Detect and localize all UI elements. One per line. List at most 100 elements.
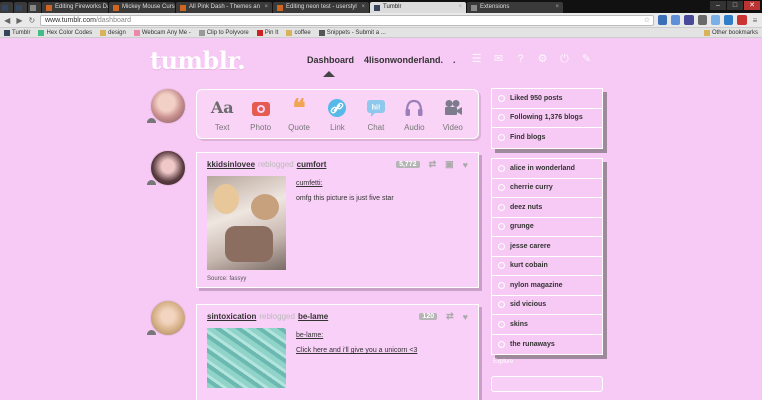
power-icon[interactable]: ⏻ bbox=[558, 53, 571, 66]
extension-icon[interactable] bbox=[710, 15, 721, 25]
address-bar[interactable]: www.tumblr.com/dashboard ☆ bbox=[39, 14, 654, 26]
post-type-link[interactable]: Link bbox=[319, 97, 355, 132]
bookmark-tumblr[interactable]: Tumblr bbox=[4, 29, 30, 36]
tracked-tag[interactable]: kurt cobain bbox=[492, 257, 602, 276]
gear-icon[interactable]: ⚙ bbox=[536, 53, 549, 66]
tab-tumblr[interactable]: Tumblr × bbox=[370, 2, 466, 13]
post-type-text[interactable]: Aa Text bbox=[204, 97, 240, 132]
pinned-tab-1[interactable] bbox=[0, 2, 13, 13]
nav-dashboard[interactable]: Dashboard bbox=[307, 55, 354, 65]
tag-icon bbox=[498, 262, 505, 270]
tag-icon bbox=[498, 242, 505, 250]
tracked-tag[interactable]: sid vicious bbox=[492, 296, 602, 315]
bookmark-pin-it[interactable]: Pin It bbox=[256, 29, 278, 36]
caption-link[interactable]: Click here and i'll give you a unicorn <… bbox=[296, 347, 417, 354]
tracked-tag[interactable]: the runaways bbox=[492, 335, 602, 355]
pinned-tab-3[interactable] bbox=[28, 2, 41, 13]
post-type-quote[interactable]: ❝ Quote bbox=[281, 93, 317, 132]
avatar[interactable] bbox=[150, 150, 186, 186]
bookmark-hex-color-codes[interactable]: Hex Color Codes bbox=[38, 29, 92, 36]
post-type-audio[interactable]: Audio bbox=[396, 97, 432, 132]
close-icon[interactable]: × bbox=[361, 2, 365, 13]
post-caption: be-lame: Click here and i'll give you a … bbox=[296, 328, 417, 388]
tab-all-pink-dash[interactable]: All Pink Dash - Themes an × bbox=[176, 2, 272, 13]
nav-blog-name[interactable]: 4lisonwonderland. bbox=[364, 55, 443, 65]
pencil-icon[interactable]: ✎ bbox=[580, 53, 593, 66]
pinned-tab-2[interactable] bbox=[14, 2, 27, 13]
bookmark-star-icon[interactable]: ☆ bbox=[644, 16, 650, 25]
post-author-link[interactable]: kkidsinlovee bbox=[207, 160, 255, 169]
post-author-link[interactable]: sintoxication bbox=[207, 312, 256, 321]
heart-icon[interactable]: ♥ bbox=[463, 312, 468, 322]
post-source-link[interactable]: be-lame bbox=[298, 312, 328, 321]
bookmark-folder-design[interactable]: design bbox=[100, 29, 126, 36]
avatar[interactable] bbox=[150, 300, 186, 336]
sidebar-item-liked[interactable]: Liked 950 posts bbox=[492, 89, 602, 109]
bookmark-clip-to-polyvore[interactable]: Clip to Polyvore bbox=[198, 29, 249, 36]
extension-icon[interactable] bbox=[657, 15, 668, 25]
search-input[interactable] bbox=[491, 376, 603, 392]
post-photo[interactable] bbox=[207, 328, 286, 388]
close-icon[interactable]: × bbox=[458, 2, 462, 13]
list-icon[interactable]: ☰ bbox=[470, 53, 483, 66]
reload-icon[interactable]: ↻ bbox=[28, 16, 36, 25]
extension-icon[interactable] bbox=[724, 15, 734, 25]
tab-mickey-cursor[interactable]: Mickey Mouse Cursor - Th× bbox=[109, 2, 175, 13]
folder-icon bbox=[286, 29, 293, 36]
back-icon[interactable]: ◀ bbox=[3, 16, 11, 25]
extension-icon[interactable] bbox=[737, 15, 747, 25]
close-window-button[interactable]: ✕ bbox=[744, 1, 760, 10]
userstyles-favicon bbox=[46, 4, 52, 11]
forward-icon[interactable]: ▶ bbox=[15, 16, 23, 25]
tracked-tag[interactable]: jesse carere bbox=[492, 237, 602, 257]
reblog-icon[interactable]: ⇄ bbox=[446, 311, 454, 322]
tab-editing-fireworks[interactable]: Editing Fireworks Dash Ba bbox=[42, 2, 108, 13]
mail-icon[interactable]: ✉ bbox=[492, 53, 505, 66]
tracked-tag[interactable]: skins bbox=[492, 315, 602, 335]
heart-icon bbox=[498, 94, 505, 102]
maximize-button[interactable]: □ bbox=[727, 1, 743, 10]
sidebar-item-following[interactable]: Following 1,376 blogs bbox=[492, 109, 602, 128]
post-type-photo[interactable]: Photo bbox=[243, 97, 279, 132]
tracked-tag[interactable]: grunge bbox=[492, 218, 602, 237]
extension-icon[interactable] bbox=[697, 15, 707, 25]
help-icon[interactable]: ? bbox=[514, 53, 527, 66]
minimize-button[interactable]: – bbox=[710, 1, 726, 10]
post-type-label: Chat bbox=[367, 122, 385, 132]
tab-editing-neon-test[interactable]: Editing neon test - userstyl × bbox=[273, 2, 369, 13]
post-type-video[interactable]: Video bbox=[435, 97, 471, 132]
tracked-tag[interactable]: nylon magazine bbox=[492, 276, 602, 296]
nav-dot[interactable]: . bbox=[453, 55, 456, 65]
wrench-menu-icon[interactable]: ≡ bbox=[751, 16, 759, 25]
caption-author-link[interactable]: be-lame: bbox=[296, 332, 417, 339]
notes-count[interactable]: 120 bbox=[419, 313, 438, 320]
queue-icon[interactable]: ▣ bbox=[445, 159, 454, 170]
tab-extensions[interactable]: Extensions × bbox=[467, 2, 563, 13]
extension-icon[interactable] bbox=[684, 15, 694, 25]
heart-icon[interactable]: ♥ bbox=[463, 160, 468, 170]
tracked-tag[interactable]: cherrie curry bbox=[492, 179, 602, 198]
notes-count[interactable]: 5,772 bbox=[396, 161, 420, 168]
bookmark-folder-coffee[interactable]: coffee bbox=[286, 29, 311, 36]
other-bookmarks[interactable]: Other bookmarks bbox=[703, 29, 758, 36]
headphones-icon bbox=[403, 97, 425, 119]
post-source[interactable]: Source: fassyy bbox=[207, 276, 468, 282]
tracked-tag[interactable]: alice in wonderland bbox=[492, 159, 602, 179]
bookmark-webcam[interactable]: Webcam Any Me - bbox=[133, 29, 191, 36]
tag-icon bbox=[498, 184, 505, 192]
sidebar-item-find-blogs[interactable]: Find blogs bbox=[492, 128, 602, 148]
tumblr-logo[interactable]: tumblr. bbox=[150, 46, 246, 75]
close-icon[interactable]: × bbox=[555, 2, 559, 13]
close-icon[interactable]: × bbox=[264, 2, 268, 13]
caption-author-link[interactable]: cumfetti: bbox=[296, 180, 394, 187]
avatar[interactable] bbox=[150, 88, 186, 124]
post-photo[interactable] bbox=[207, 176, 286, 270]
reblog-icon[interactable]: ⇄ bbox=[429, 159, 437, 170]
post-source-link[interactable]: cumfort bbox=[297, 160, 327, 169]
extension-icon[interactable] bbox=[671, 15, 681, 25]
tracked-tag[interactable]: deez nuts bbox=[492, 198, 602, 218]
post-type-chat[interactable]: hi! Chat bbox=[358, 97, 394, 132]
url-path: /dashboard bbox=[95, 16, 131, 24]
bookmark-snippets[interactable]: Snippets - Submit a ... bbox=[318, 29, 386, 36]
explore-link[interactable]: Explore bbox=[493, 359, 513, 365]
